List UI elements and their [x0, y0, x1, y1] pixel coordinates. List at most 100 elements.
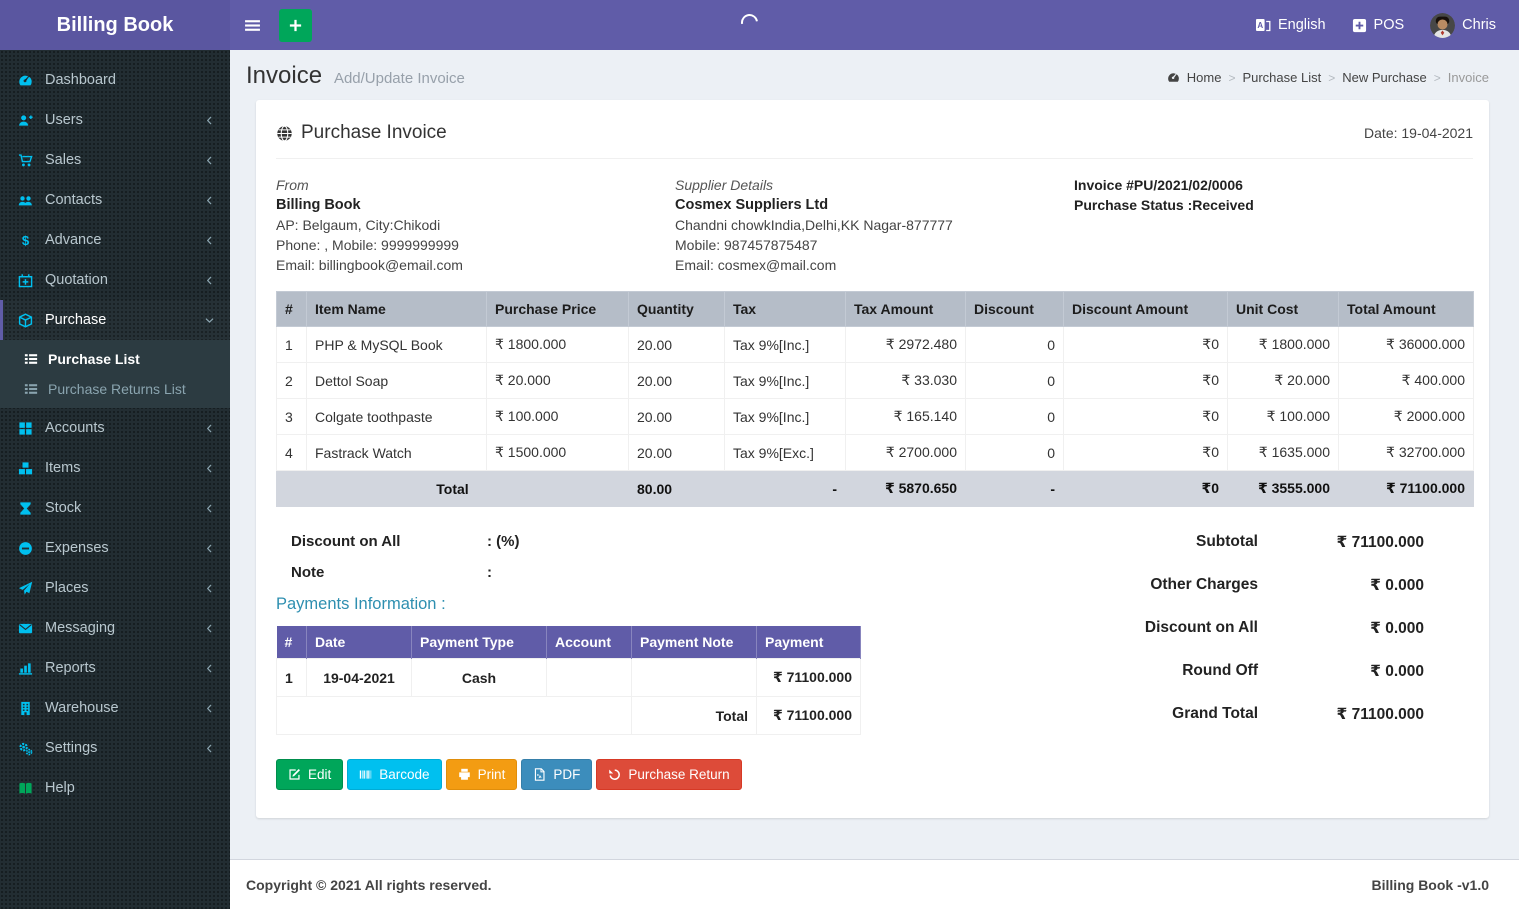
sidebar-item-help[interactable]: Help — [0, 768, 230, 808]
items-table-header-row: # Item Name Purchase Price Quantity Tax … — [276, 291, 1474, 327]
chevron-left-icon — [204, 623, 215, 634]
sidebar-item-warehouse[interactable]: Warehouse — [0, 688, 230, 728]
cubes-icon — [18, 461, 45, 476]
quick-add-button[interactable] — [279, 8, 312, 42]
dollar-icon: $ — [18, 233, 45, 248]
action-buttons: Edit Barcode Print PDF Purchase Return — [276, 759, 860, 790]
sidebar-item-settings[interactable]: Settings — [0, 728, 230, 768]
copyright-text: Copyright © 2021 All rights reserved. — [246, 876, 492, 893]
pos-button[interactable]: POS — [1339, 0, 1418, 50]
summary-row-round-off: Round Off ₹ 0.000 — [1182, 662, 1424, 680]
version-text: Billing Book -v1.0 — [1371, 876, 1489, 893]
print-button[interactable]: Print — [445, 759, 518, 790]
brand-logo[interactable]: Billing Book — [0, 0, 230, 50]
bar-chart-icon — [18, 661, 45, 676]
chevron-left-icon — [204, 195, 215, 206]
sidebar-item-messaging[interactable]: Messaging — [0, 608, 230, 648]
content: Invoice Add/Update Invoice Home > Purcha… — [230, 50, 1519, 859]
supplier-block: Supplier Details Cosmex Suppliers Ltd Ch… — [675, 175, 1074, 275]
chevron-left-icon — [204, 275, 215, 286]
user-menu[interactable]: Chris — [1417, 0, 1509, 50]
barcode-icon — [359, 768, 372, 781]
sidebar-item-places[interactable]: Places — [0, 568, 230, 608]
purchase-status: Purchase Status :Received — [1074, 197, 1254, 213]
pdf-button[interactable]: PDF — [521, 759, 593, 790]
sidebar-item-expenses[interactable]: Expenses — [0, 528, 230, 568]
payments-header-row: # Date Payment Type Account Payment Note… — [276, 626, 861, 659]
summary-row-discount-on-all: Discount on All ₹ 0.000 — [1144, 619, 1424, 637]
breadcrumb-purchase-list[interactable]: Purchase List — [1242, 70, 1321, 85]
edit-button[interactable]: Edit — [276, 759, 344, 790]
page-title: Invoice — [246, 62, 323, 89]
supplier-email: Email: cosmex@mail.com — [675, 257, 837, 273]
hourglass-icon — [18, 501, 45, 516]
from-phone: Phone: , Mobile: 9999999999 — [276, 237, 459, 253]
navbar-right: A English POS Chris — [1242, 0, 1519, 50]
breadcrumb-new-purchase[interactable]: New Purchase — [1342, 70, 1427, 85]
supplier-address: Chandni chowkIndia,Delhi,KK Nagar-877777 — [675, 217, 953, 233]
language-menu[interactable]: A English — [1242, 0, 1339, 50]
items-table-total-row: Total 80.00 - ₹ 5870.650 - ₹0 ₹ 3555.000… — [276, 470, 1474, 507]
plus-icon — [288, 18, 303, 33]
envelope-icon — [18, 621, 45, 636]
payments-total-label: Total — [631, 696, 757, 735]
tachometer-icon — [18, 73, 45, 88]
totals-summary: Subtotal ₹ 71100.000 Other Charges ₹ 0.0… — [1048, 527, 1473, 790]
sidebar-item-contacts[interactable]: Contacts — [0, 180, 230, 220]
from-address: AP: Belgaum, City:Chikodi — [276, 217, 441, 233]
sidebar-toggle-button[interactable] — [230, 0, 275, 50]
sidebar-item-items[interactable]: Items — [0, 448, 230, 488]
sidebar: Dashboard Users Sales Contacts $ Advance… — [0, 50, 230, 909]
breadcrumb-home[interactable]: Home — [1187, 70, 1222, 85]
sidebar-item-purchase[interactable]: Purchase — [0, 300, 230, 340]
summary-row-other-charges: Other Charges ₹ 0.000 — [1150, 576, 1424, 594]
chevron-left-icon — [204, 583, 215, 594]
chevron-left-icon — [204, 543, 215, 554]
list-icon — [24, 382, 38, 396]
sidebar-item-stock[interactable]: Stock — [0, 488, 230, 528]
breadcrumb-separator: > — [1328, 70, 1336, 85]
file-pdf-icon — [533, 768, 546, 781]
chevron-left-icon — [204, 663, 215, 674]
invoice-info-row: From Billing Book AP: Belgaum, City:Chik… — [276, 175, 1473, 275]
chevron-left-icon — [204, 703, 215, 714]
users-icon — [18, 193, 45, 208]
cube-icon — [18, 312, 45, 328]
sidebar-subitem-purchase-returns-list[interactable]: Purchase Returns List — [0, 374, 230, 404]
sidebar-item-reports[interactable]: Reports — [0, 648, 230, 688]
chevron-left-icon — [204, 155, 215, 166]
from-name: Billing Book — [276, 197, 361, 213]
sidebar-item-sales[interactable]: Sales — [0, 140, 230, 180]
sidebar-item-quotation[interactable]: Quotation — [0, 260, 230, 300]
user-plus-icon — [18, 113, 45, 128]
printer-icon — [458, 768, 471, 781]
book-icon — [18, 781, 45, 796]
table-row: 4 Fastrack Watch ₹ 1500.000 20.00 Tax 9%… — [276, 434, 1474, 471]
svg-text:$: $ — [22, 233, 30, 248]
summary-row-subtotal: Subtotal ₹ 71100.000 — [1196, 533, 1424, 551]
purchase-return-button[interactable]: Purchase Return — [596, 759, 742, 790]
language-icon: A — [1255, 17, 1271, 33]
chevron-down-icon — [204, 315, 215, 326]
sidebar-item-advance[interactable]: $ Advance — [0, 220, 230, 260]
breadcrumb-separator: > — [1433, 70, 1441, 85]
loading-spinner — [737, 10, 762, 35]
content-header: Invoice Add/Update Invoice Home > Purcha… — [230, 50, 1519, 90]
sidebar-item-users[interactable]: Users — [0, 100, 230, 140]
svg-text:A: A — [1257, 21, 1263, 30]
chevron-left-icon — [204, 235, 215, 246]
invoice-meta-block: Invoice #PU/2021/02/0006 Purchase Status… — [1074, 175, 1473, 275]
pos-label: POS — [1373, 17, 1405, 33]
note-value: : — [487, 564, 492, 581]
sidebar-subitem-purchase-list[interactable]: Purchase List — [0, 344, 230, 374]
payments-table: # Date Payment Type Account Payment Note… — [276, 626, 861, 735]
invoice-date: Date: 19-04-2021 — [1364, 125, 1473, 141]
sidebar-item-dashboard[interactable]: Dashboard — [0, 60, 230, 100]
chevron-left-icon — [204, 463, 215, 474]
gears-icon — [18, 741, 45, 756]
barcode-button[interactable]: Barcode — [347, 759, 442, 790]
main-area: Invoice Add/Update Invoice Home > Purcha… — [230, 50, 1519, 909]
sidebar-item-accounts[interactable]: Accounts — [0, 408, 230, 448]
top-navbar: Billing Book A English POS Chris — [0, 0, 1519, 50]
payments-total-value: ₹ 71100.000 — [756, 696, 861, 735]
